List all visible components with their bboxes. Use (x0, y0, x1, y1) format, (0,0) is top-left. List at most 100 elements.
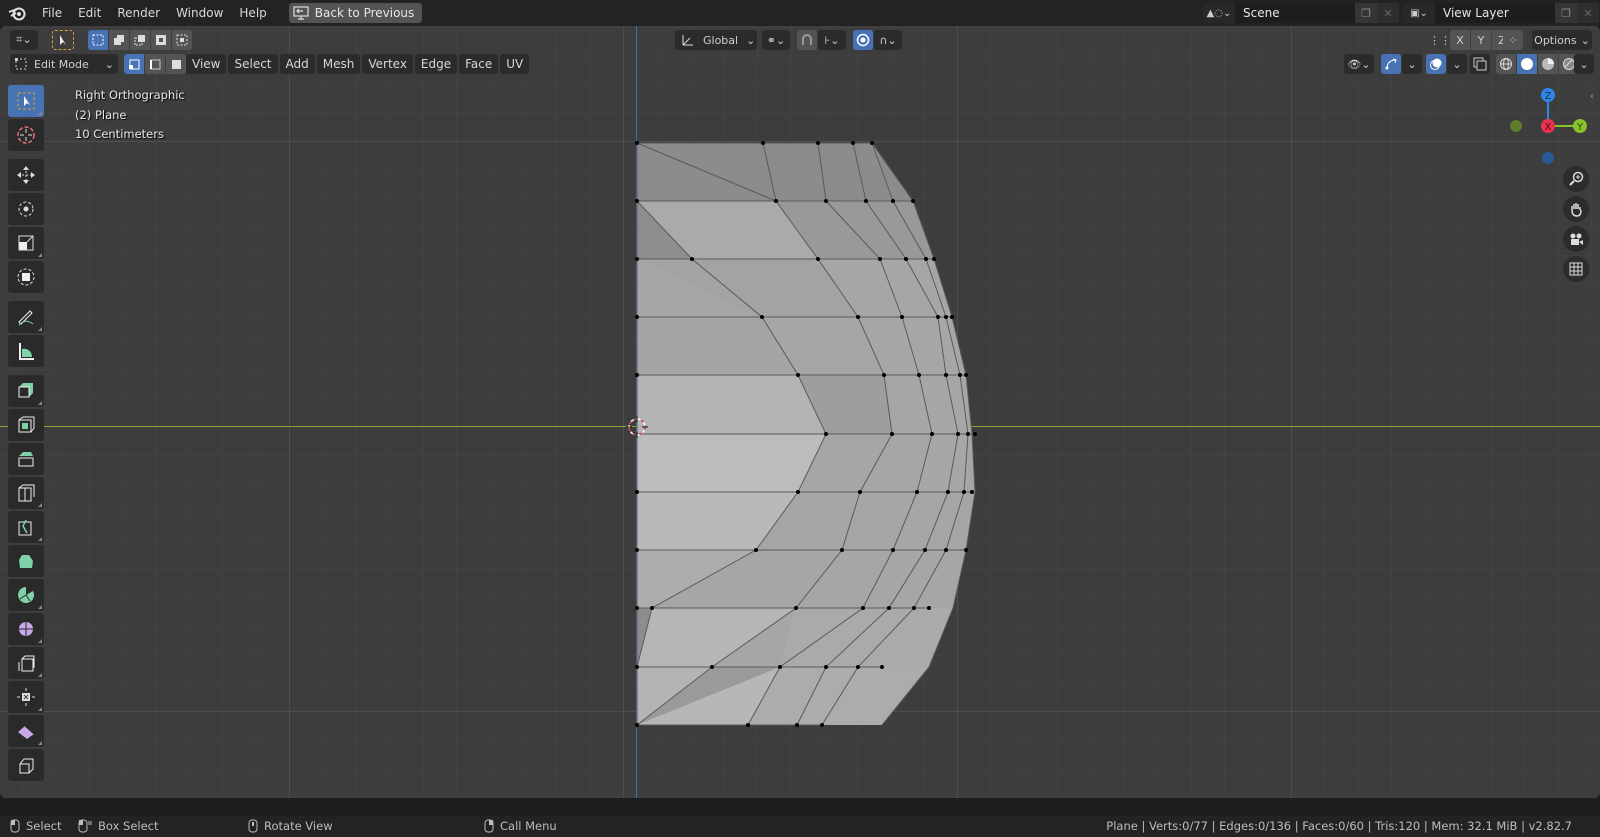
menu-file[interactable]: File (34, 3, 70, 23)
view-layer-name-field[interactable]: View Layer (1435, 3, 1555, 23)
scene-icon[interactable]: ▲◌⌄ (1203, 3, 1235, 23)
zoom-view-icon[interactable] (1563, 166, 1589, 192)
scene-selector: ▲◌⌄ Scene ❐ ✕ (1203, 3, 1399, 23)
options-dropdown[interactable]: Options ⌄ (1532, 30, 1592, 50)
tool-poly-build[interactable] (8, 545, 44, 577)
select-invert-icon[interactable] (151, 30, 171, 50)
orientation-label: Global (703, 33, 739, 47)
tool-bevel[interactable] (8, 443, 44, 475)
select-intersect-icon[interactable] (172, 30, 192, 50)
edit-mode-icon (14, 57, 28, 71)
menu-edge[interactable]: Edge (414, 54, 458, 74)
viewport-header: Edit Mode ⌄ View Select Add Mesh Vertex … (0, 52, 1600, 76)
navigation-gizmo[interactable]: Z X Y (1500, 84, 1590, 164)
proportional-editing-icon[interactable] (853, 30, 873, 50)
edge-select-icon[interactable] (145, 54, 165, 74)
tool-measure[interactable] (8, 335, 44, 367)
tool-inset-faces[interactable] (8, 409, 44, 441)
menu-face[interactable]: Face (459, 54, 499, 74)
mirror-y-toggle[interactable]: Y (1471, 30, 1491, 50)
tool-shrink-fatten[interactable] (8, 681, 44, 713)
snap-element-dropdown[interactable]: ⊦⌄ (818, 30, 846, 50)
xray-toggle-icon[interactable] (1470, 54, 1490, 74)
menu-window[interactable]: Window (168, 3, 231, 23)
tool-shear[interactable] (8, 715, 44, 747)
mode-label: Edit Mode (34, 57, 89, 71)
mode-dropdown[interactable]: Edit Mode ⌄ (10, 54, 118, 74)
tool-transform[interactable] (8, 261, 44, 293)
menu-vertex[interactable]: Vertex (362, 54, 413, 74)
back-screen-icon (293, 6, 309, 20)
editor-type-dropdown[interactable]: ⌗⌄ (10, 30, 38, 50)
chevron-down-icon: ⌄ (1580, 33, 1590, 47)
visibility-dropdown[interactable]: 👁⌄ (1344, 54, 1374, 74)
tool-loop-cut[interactable] (8, 477, 44, 509)
falloff-dropdown[interactable]: ∩⌄ (874, 30, 902, 50)
face-select-icon[interactable] (166, 54, 186, 74)
hint-box-select: Box Select (78, 819, 159, 833)
gizmo-dropdown[interactable]: ⌄ (1402, 54, 1422, 74)
solid-shading-icon[interactable] (1517, 54, 1537, 74)
overlays-toggle-icon[interactable] (1426, 54, 1446, 74)
menu-mesh[interactable]: Mesh (316, 54, 361, 74)
menu-render[interactable]: Render (109, 3, 168, 23)
pan-view-icon[interactable] (1563, 196, 1589, 222)
options-label: Options (1534, 33, 1577, 47)
menu-add[interactable]: Add (279, 54, 315, 74)
active-object: (2) Plane (75, 107, 127, 122)
gizmo-toggle-icon[interactable] (1381, 54, 1401, 74)
snap-toggle-icon[interactable] (797, 30, 817, 50)
mirror-x-toggle[interactable]: X (1450, 30, 1470, 50)
selection-mode-group (88, 30, 193, 50)
back-to-previous-button[interactable]: Back to Previous (288, 3, 423, 23)
menu-view[interactable]: View (186, 54, 227, 74)
grid-scale: 10 Centimeters (75, 127, 164, 141)
blender-logo-icon[interactable] (0, 0, 34, 26)
delete-scene-icon[interactable]: ✕ (1377, 3, 1399, 23)
auto-merge-icon[interactable]: ⁘ (1503, 30, 1523, 50)
tool-annotate[interactable] (8, 301, 44, 333)
scene-name-field[interactable]: Scene (1235, 3, 1355, 23)
delete-view-layer-icon[interactable]: ✕ (1577, 3, 1599, 23)
tool-extrude-region[interactable] (8, 375, 44, 407)
tool-knife[interactable] (8, 511, 44, 543)
tool-shelf (8, 85, 48, 783)
mouse-left-icon (10, 819, 20, 833)
tool-move[interactable] (8, 159, 44, 191)
shading-dropdown[interactable]: ⌄ (1574, 54, 1594, 74)
tool-scale[interactable] (8, 227, 44, 259)
sidebar-toggle-icon[interactable]: ‹ (1590, 91, 1600, 107)
camera-view-icon[interactable] (1563, 226, 1589, 252)
material-shading-icon[interactable] (1538, 54, 1558, 74)
menu-uv[interactable]: UV (500, 54, 530, 74)
new-view-layer-icon[interactable]: ❐ (1555, 3, 1577, 23)
3d-cursor-icon[interactable] (626, 416, 648, 438)
tool-rip-region[interactable] (8, 749, 44, 781)
wireframe-shading-icon[interactable] (1496, 54, 1516, 74)
3d-viewport[interactable]: ⌗⌄ Global ⌄ ⚭⌄ ⊦⌄ ∩⌄ ⋮⋮ X Y Z ⁘ Options … (0, 26, 1600, 798)
tool-rotate[interactable] (8, 193, 44, 225)
mesh-plane[interactable] (0, 26, 1600, 798)
tool-spin[interactable] (8, 579, 44, 611)
hint-select-label: Select (26, 819, 62, 833)
overlays-dropdown[interactable]: ⌄ (1447, 54, 1467, 74)
tool-cursor[interactable] (8, 119, 44, 151)
tool-smooth[interactable] (8, 613, 44, 645)
view-layer-icon[interactable]: ▣⌄ (1403, 3, 1435, 23)
menu-select[interactable]: Select (228, 54, 278, 74)
menu-help[interactable]: Help (231, 3, 274, 23)
viewport-menus: View Select Add Mesh Vertex Edge Face UV (186, 54, 531, 74)
tool-select-box[interactable] (8, 85, 44, 117)
transform-orientation-dropdown[interactable]: Global ⌄ (675, 30, 757, 50)
gizmo-neg-z (1542, 152, 1554, 164)
select-subtract-icon[interactable] (130, 30, 150, 50)
select-extend-icon[interactable] (109, 30, 129, 50)
new-scene-icon[interactable]: ❐ (1355, 3, 1377, 23)
perspective-toggle-icon[interactable] (1563, 256, 1589, 282)
tool-edge-slide[interactable] (8, 647, 44, 679)
active-tool-icon[interactable] (52, 30, 74, 50)
select-new-icon[interactable] (88, 30, 108, 50)
vertex-select-icon[interactable] (124, 54, 144, 74)
pivot-point-dropdown[interactable]: ⚭⌄ (762, 30, 790, 50)
menu-edit[interactable]: Edit (70, 3, 109, 23)
